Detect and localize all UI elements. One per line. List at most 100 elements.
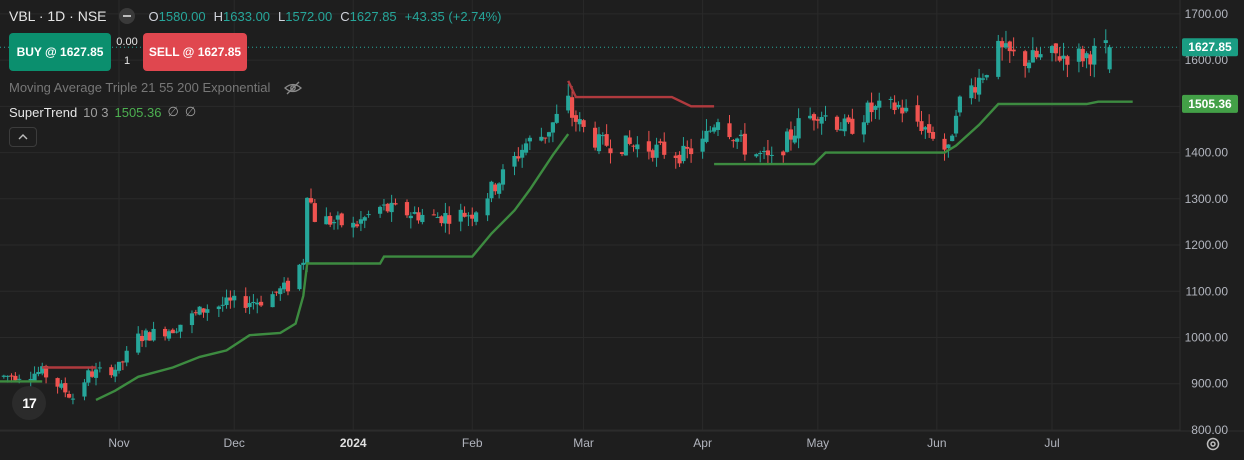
candle-body [984,75,989,78]
open-key: O [148,8,159,24]
supertrend-null-2: ∅ [184,104,197,119]
x-tick-label: Mar [573,436,594,450]
candle-body [819,117,824,124]
symbol-title[interactable]: VBL · 1D · NSE [9,8,107,24]
candle-body [869,102,874,113]
candle-body [362,217,367,221]
candle-body [458,209,463,222]
ma-indicator-legend[interactable]: Moving Average Triple 21 55 200 Exponent… [9,80,303,95]
candle-body [1092,45,1097,65]
candle-body [1084,53,1089,59]
candle-body [550,122,555,133]
candle-body [1026,62,1032,69]
candle-body [228,297,233,301]
x-tick-label: Jul [1044,436,1059,450]
candle-body [681,145,686,162]
candle-body [285,280,291,292]
candle-body [412,212,417,214]
candle-body [850,118,855,134]
candle-body [136,333,141,353]
buy-button[interactable]: BUY @ 1627.85 [9,33,111,71]
candle-body [90,371,95,377]
candle-body [439,216,444,224]
candle-body [861,122,866,135]
candle-body [485,198,490,216]
x-tick-label: Dec [224,436,245,450]
candle-body [55,378,60,387]
candle-body [70,398,76,400]
supertrend-line-up [95,133,570,401]
candle-body [900,107,905,114]
candle-body [258,301,264,306]
tradingview-logo[interactable]: 17 [12,386,46,420]
candle-body [243,296,248,308]
supertrend-params: 10 3 [83,104,109,120]
minimize-icon[interactable] [118,8,135,24]
candle-body [416,212,421,221]
candle-body [543,137,548,139]
candle-body [865,102,870,123]
spread-box: 0.00 1 [111,33,143,71]
candle-body [1103,40,1108,44]
candle-body [9,375,14,377]
candle-body [715,122,721,130]
candle-body [539,136,544,141]
candle-body [569,97,575,118]
candle-body [627,137,632,144]
supertrend-name: SuperTrend [9,104,78,120]
candle-body [393,203,398,205]
candle-body [516,156,521,159]
candle-body [305,197,310,264]
candle-body [1034,50,1039,58]
candle-body [904,107,909,112]
candle-body [251,301,256,304]
gear-icon[interactable] [1204,436,1222,454]
x-tick-label: Feb [462,436,483,450]
candle-body [404,202,410,216]
candle-body [946,144,951,148]
candle-body [162,328,168,337]
close-value: 1627.85 [349,8,397,24]
candle-body [573,115,579,122]
candle-body [205,309,210,313]
candle-body [1061,55,1066,59]
candle-body [996,40,1001,77]
candle-body [36,371,41,375]
candle-body [873,105,878,110]
candle-body [1088,54,1093,65]
candle-body [351,222,356,228]
y-tick-label: 1400.00 [1185,146,1229,160]
x-tick-label: Jun [927,436,946,450]
candle-body [784,131,790,152]
candle-body [976,77,982,95]
candle-body [232,295,237,301]
candle-body [593,127,598,148]
candle-body [520,149,525,158]
candle-body [13,375,18,381]
candle-body [385,203,390,212]
candle-body [147,332,152,341]
quantity-value[interactable]: 1 [111,52,143,71]
candle-body [792,135,797,143]
candle-body [431,214,436,216]
eye-hidden-icon[interactable] [284,81,303,95]
ma-indicator-label: Moving Average Triple 21 55 200 Exponent… [9,80,271,95]
candle-body [942,138,947,150]
candle-body [915,105,920,122]
change-value: +43.35 (+2.74%) [404,8,502,24]
supertrend-legend[interactable]: SuperTrend 10 3 1505.36 ∅ ∅ [9,104,196,120]
candle-body [769,154,774,156]
candle-body [1030,50,1035,63]
candle-body [923,127,928,130]
sell-button[interactable]: SELL @ 1627.85 [143,33,247,71]
legend-header: VBL · 1D · NSE O1580.00 H1633.00 L1572.0… [9,8,502,24]
collapse-legend-button[interactable] [9,127,37,147]
ohlc-values: O1580.00 H1633.00 L1572.00 C1627.85 +43.… [149,9,502,24]
candle-body [282,282,287,290]
candle-body [166,331,172,339]
candle-body [1038,54,1043,58]
supertrend-value: 1505.36 [114,104,162,120]
y-tick-label: 1100.00 [1186,284,1229,298]
candle-body [1007,41,1012,52]
supertrend-line-down [567,80,715,108]
